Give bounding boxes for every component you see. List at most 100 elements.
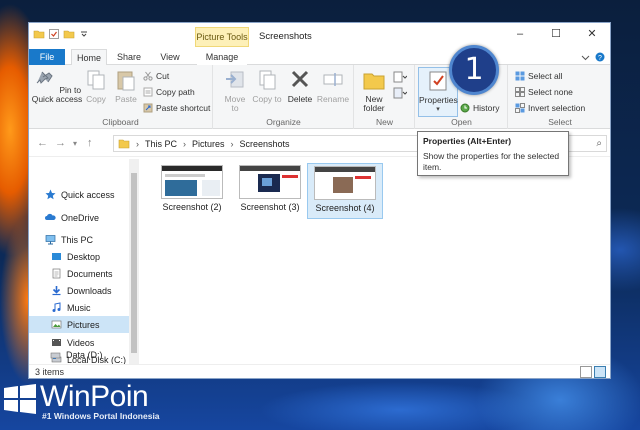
large-icons-view-icon[interactable] <box>594 366 606 378</box>
recent-locations-chevron-icon[interactable]: ▾ <box>73 139 77 148</box>
cloud-icon <box>45 213 56 220</box>
music-icon <box>52 302 61 312</box>
delete-x-icon <box>291 70 309 88</box>
select-group: Select all Select none Invert selection … <box>509 65 611 129</box>
window-title: Screenshots <box>259 31 312 42</box>
nav-label: OneDrive <box>61 212 100 223</box>
details-view-icon[interactable] <box>580 366 592 378</box>
file-item-selected[interactable]: Screenshot (4) <box>307 163 383 219</box>
tab-share[interactable]: Share <box>113 49 145 65</box>
nav-item-pictures[interactable]: Pictures <box>29 316 129 333</box>
ribbon-tabs: File Home Share View Manage ? <box>29 49 610 66</box>
tab-manage[interactable]: Manage <box>197 49 247 65</box>
paste-shortcut-button[interactable]: Paste shortcut <box>143 101 210 115</box>
scrollbar-thumb[interactable] <box>131 173 137 353</box>
tooltip-body: Show the properties for the selected ite… <box>423 151 560 172</box>
customize-toolbar-icon[interactable] <box>78 28 90 40</box>
select-all-icon <box>515 71 525 81</box>
screenshot-thumbnail <box>161 165 223 199</box>
select-none-button[interactable]: Select none <box>515 85 573 99</box>
organize-group-label: Organize <box>266 117 301 127</box>
tab-view[interactable]: View <box>155 49 185 65</box>
paste-icon <box>117 71 135 91</box>
select-all-button[interactable]: Select all <box>515 69 563 83</box>
nav-label: This PC <box>61 234 94 245</box>
select-none-icon <box>515 87 525 97</box>
help-icon[interactable]: ? <box>595 52 605 62</box>
properties-icon[interactable] <box>48 28 60 40</box>
scissors-icon <box>143 71 153 81</box>
easy-access-icon[interactable] <box>393 87 407 99</box>
status-bar: 3 items <box>29 364 610 379</box>
properties-tooltip: Properties (Alt+Enter) Show the properti… <box>417 131 569 176</box>
breadcrumb-screenshots[interactable]: Screenshots <box>240 139 290 149</box>
tab-home[interactable]: Home <box>71 49 107 66</box>
breadcrumb-this-pc[interactable]: This PC <box>145 139 177 149</box>
ribbon: Pin to Quick access Copy Paste Cut Copy … <box>29 65 610 129</box>
select-none-label: Select none <box>528 87 573 97</box>
close-button[interactable]: ✕ <box>574 23 610 45</box>
move-to-button[interactable]: Move to <box>220 69 250 113</box>
cut-button[interactable]: Cut <box>143 69 169 83</box>
tooltip-title: Properties (Alt+Enter) <box>423 136 512 146</box>
up-arrow-icon[interactable]: ↑ <box>87 137 93 149</box>
minimize-button[interactable]: – <box>502 23 538 45</box>
tab-file[interactable]: File <box>29 49 65 65</box>
invert-selection-label: Invert selection <box>528 103 586 113</box>
back-arrow-icon[interactable]: ← <box>37 137 48 149</box>
computer-icon <box>45 235 56 245</box>
move-to-label: Move to <box>224 94 246 113</box>
nav-item-data-drive[interactable]: Data (D:) <box>50 348 140 362</box>
copy-label: Copy <box>86 94 106 104</box>
delete-button[interactable]: Delete <box>286 69 314 104</box>
copy-to-label: Copy to <box>252 94 282 104</box>
breadcrumb-separator-icon: › <box>230 138 234 149</box>
new-folder-icon <box>363 73 385 90</box>
brand-tagline: #1 Windows Portal Indonesia <box>42 411 160 421</box>
history-label: History <box>473 103 500 113</box>
maximize-button[interactable]: ☐ <box>538 23 574 45</box>
copy-path-icon <box>143 87 153 97</box>
new-item-icon[interactable] <box>393 71 407 83</box>
copy-to-button[interactable]: Copy to <box>252 69 282 104</box>
properties-icon <box>429 71 447 91</box>
paste-shortcut-label: Paste shortcut <box>156 103 211 113</box>
search-icon: ⌕ <box>596 138 602 149</box>
picture-tools-context-tab: Picture Tools <box>195 27 249 47</box>
screenshot-thumbnail <box>314 166 376 200</box>
open-group-label: Open <box>451 117 472 127</box>
pictures-icon <box>51 320 62 329</box>
file-item[interactable]: Screenshot (3) <box>233 163 307 215</box>
file-name: Screenshot (4) <box>315 203 375 213</box>
paste-button[interactable]: Paste <box>112 69 140 104</box>
folder-icon <box>118 139 130 149</box>
invert-selection-button[interactable]: Invert selection <box>515 101 585 115</box>
properties-dropdown-arrow[interactable]: ▾ <box>419 105 457 114</box>
copy-path-label: Copy path <box>156 87 195 97</box>
file-item[interactable]: Screenshot (2) <box>155 163 229 215</box>
breadcrumb-pictures[interactable]: Pictures <box>192 139 225 149</box>
rename-label: Rename <box>316 94 350 104</box>
new-folder-button[interactable]: New folder <box>359 69 389 113</box>
forward-arrow-icon[interactable]: → <box>55 137 66 149</box>
file-name: Screenshot (3) <box>240 202 300 212</box>
nav-label: Quick access <box>61 189 115 200</box>
pin-quick-access-button[interactable]: Pin to Quick access <box>31 69 83 104</box>
title-bar: Picture Tools Screenshots – ☐ ✕ <box>29 23 610 49</box>
brand-name: WinPoin <box>40 380 149 413</box>
history-button[interactable]: History <box>460 101 499 115</box>
chevron-down-icon[interactable] <box>581 53 590 62</box>
step-number-badge: 1 <box>449 45 499 95</box>
nav-label: Downloads <box>67 285 112 296</box>
navigation-scrollbar[interactable] <box>129 159 139 364</box>
rename-icon <box>323 73 343 86</box>
windows-flag-icon <box>4 384 36 414</box>
copy-button[interactable]: Copy <box>84 69 108 104</box>
breadcrumb-separator-icon: › <box>136 138 139 149</box>
item-count: 3 items <box>35 367 65 377</box>
new-folder-label: New folder <box>363 94 385 113</box>
new-folder-icon[interactable] <box>63 28 75 40</box>
copy-path-button[interactable]: Copy path <box>143 85 195 99</box>
rename-button[interactable]: Rename <box>316 69 350 104</box>
nav-label: Music <box>67 302 91 313</box>
